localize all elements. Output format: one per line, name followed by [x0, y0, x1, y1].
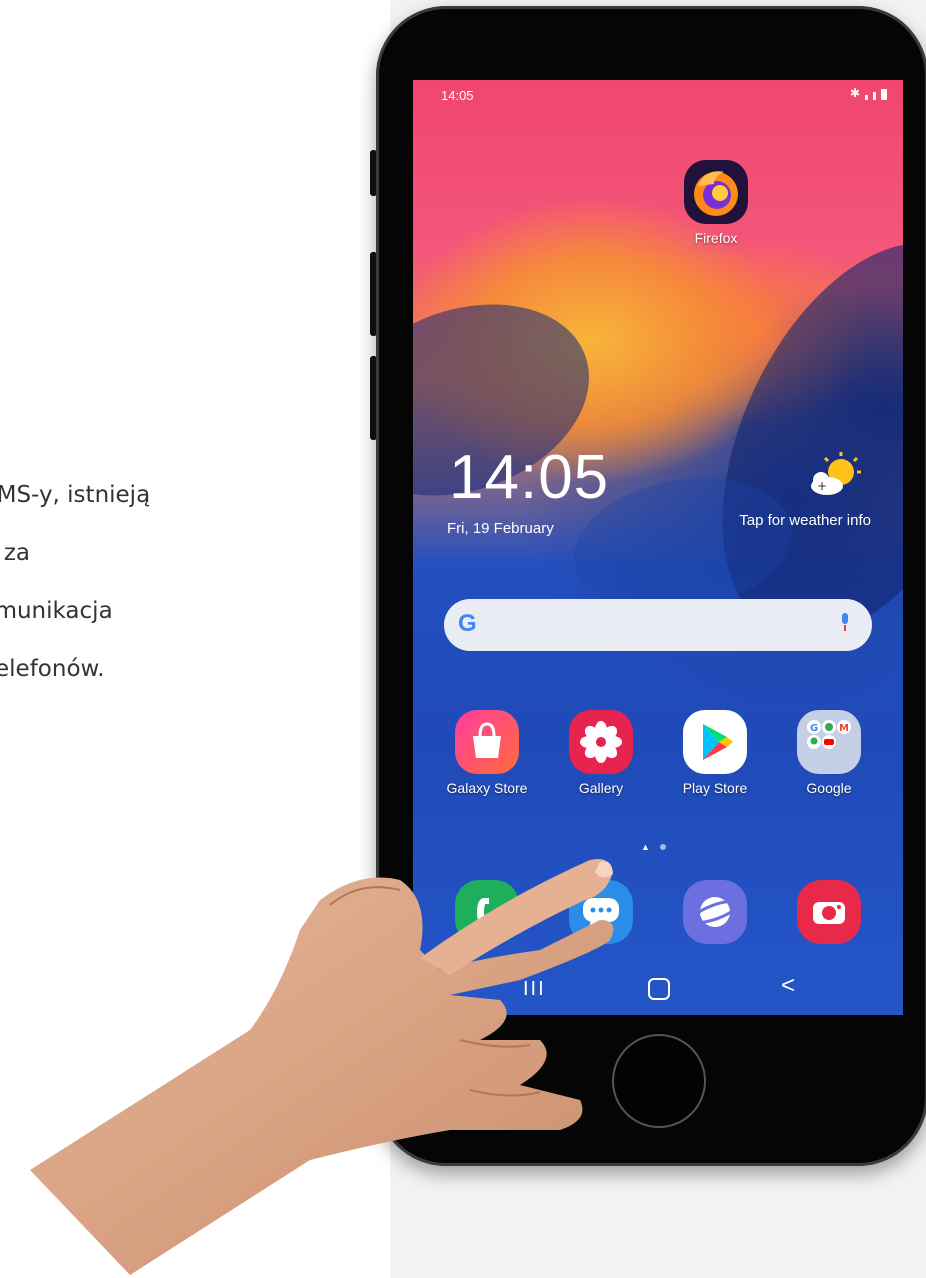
- app-label: Galaxy Store: [446, 780, 528, 796]
- svg-text:+: +: [817, 479, 827, 493]
- page-dot: [659, 844, 666, 850]
- slide-text-line: telefonów.: [0, 656, 105, 682]
- weather-widget-label[interactable]: Tap for weather info: [739, 512, 871, 529]
- google-search-bar[interactable]: G: [444, 599, 872, 651]
- recents-button[interactable]: III: [523, 978, 546, 1001]
- play-store-icon: [683, 710, 747, 774]
- app-label: Firefox: [694, 230, 738, 246]
- app-gallery[interactable]: Gallery: [551, 710, 651, 796]
- signal-bar-icon: [873, 92, 876, 100]
- app-label: Google: [806, 780, 852, 796]
- phone-icon[interactable]: [455, 880, 519, 944]
- navigation-bar: III <: [413, 960, 903, 1015]
- app-galaxy-store[interactable]: Galaxy Store: [437, 710, 537, 796]
- slide-text: SMS-y, istnieją się za komunikacja telef…: [0, 466, 300, 698]
- status-icons: ✱: [850, 86, 887, 100]
- svg-text:G: G: [810, 723, 818, 734]
- home-page-icon: ▲: [641, 842, 650, 852]
- app-google-folder[interactable]: G M Google: [779, 710, 879, 796]
- app-label: Gallery: [578, 780, 624, 796]
- google-folder-icon: G M: [797, 710, 861, 774]
- page-indicator[interactable]: ▲: [641, 842, 666, 852]
- battery-icon: [881, 89, 887, 100]
- phone-screen: 14:05 ✱ Firefox 14:05 Fri, 19 February +…: [413, 80, 903, 1015]
- home-button-soft[interactable]: [648, 978, 670, 1000]
- slide-text-line: komunikacja: [0, 598, 113, 624]
- status-time: 14:05: [441, 88, 474, 103]
- shopping-bag-icon: [455, 710, 519, 774]
- clock-widget-date[interactable]: Fri, 19 February: [447, 520, 554, 537]
- signal-icon: ✱: [849, 86, 860, 100]
- signal-bar-icon: [865, 95, 868, 100]
- flower-icon: [569, 710, 633, 774]
- app-play-store[interactable]: Play Store: [665, 710, 765, 796]
- weather-sun-cloud-icon[interactable]: +: [803, 450, 863, 500]
- app-firefox[interactable]: Firefox: [666, 160, 766, 246]
- firefox-icon: [684, 160, 748, 224]
- chat-bubble-icon[interactable]: [569, 880, 633, 944]
- slide-text-line: SMS-y, istnieją: [0, 482, 151, 508]
- back-button[interactable]: <: [781, 972, 795, 1000]
- camera-icon[interactable]: [797, 880, 861, 944]
- app-label: Play Store: [682, 780, 748, 796]
- svg-text:M: M: [839, 723, 849, 734]
- clock-widget-time[interactable]: 14:05: [449, 442, 609, 513]
- physical-home-button[interactable]: [612, 1034, 706, 1128]
- slide-text-line: się za: [0, 540, 31, 566]
- mic-icon[interactable]: [840, 613, 850, 631]
- planet-icon[interactable]: [683, 880, 747, 944]
- google-logo: G: [458, 610, 477, 637]
